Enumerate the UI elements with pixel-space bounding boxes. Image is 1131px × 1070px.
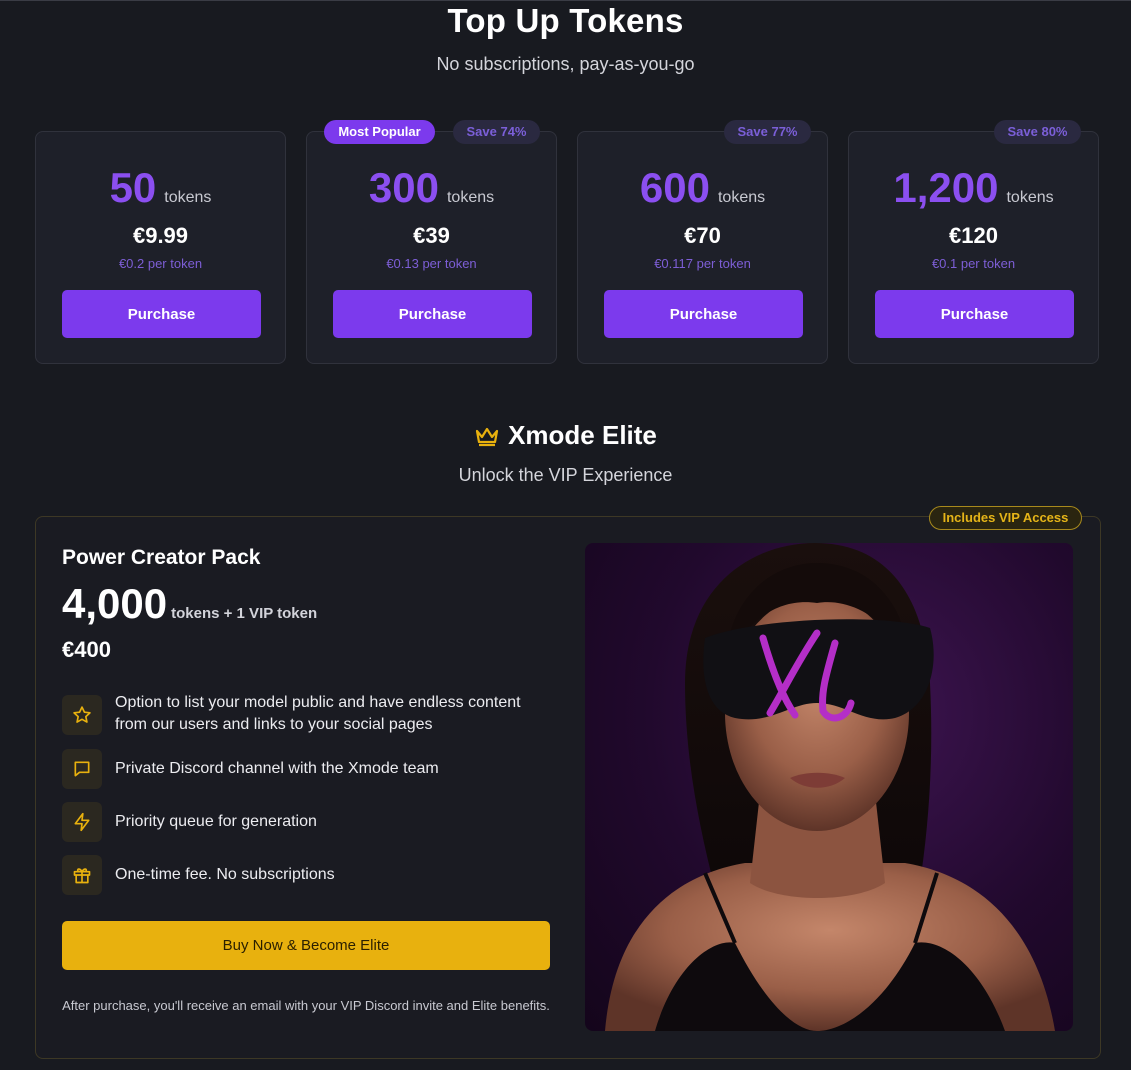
save-badge: Save 80% [994, 120, 1081, 144]
token-amount: 300 [368, 164, 439, 211]
feature-text: Priority queue for generation [115, 813, 317, 830]
pack-extra: tokens + 1 VIP token [171, 605, 318, 622]
token-unit: tokens [164, 189, 212, 206]
package-price: €120 [949, 223, 998, 248]
elite-hero-image [585, 543, 1073, 1031]
per-token-price: €0.117 per token [654, 256, 751, 271]
save-badge: Save 74% [453, 120, 540, 144]
feature-text: One-time fee. No subscriptions [115, 866, 335, 883]
gift-icon [62, 855, 102, 895]
per-token-price: €0.1 per token [931, 256, 1016, 271]
token-package-card-50: 50 tokens €9.99 €0.2 per token Purchase [35, 131, 286, 364]
elite-subtitle: Unlock the VIP Experience [458, 465, 673, 485]
purchase-button[interactable]: Purchase [62, 290, 261, 338]
token-package-card-300: 300 tokens €39 €0.13 per token Purchase [306, 131, 557, 364]
elite-title: Xmode Elite [508, 420, 657, 450]
token-package-card-1200: 1,200 tokens €120 €0.1 per token Purchase [848, 131, 1099, 364]
top-divider [0, 0, 1131, 1]
page-subtitle: No subscriptions, pay-as-you-go [436, 54, 695, 74]
package-price: €70 [684, 223, 721, 248]
pack-amount-row: 4,000 tokens + 1 VIP token [62, 580, 317, 628]
token-amount: 600 [639, 164, 710, 211]
token-amount: 50 [109, 164, 157, 211]
purchase-button[interactable]: Purchase [333, 290, 532, 338]
star-icon [62, 695, 102, 735]
buy-elite-button[interactable]: Buy Now & Become Elite [62, 921, 550, 970]
token-unit: tokens [1006, 189, 1054, 206]
elite-heading: Xmode Elite [0, 420, 1131, 451]
pack-price: €400 [62, 637, 111, 662]
pack-title: Power Creator Pack [62, 546, 261, 569]
page-title: Top Up Tokens [447, 2, 684, 39]
message-square-icon [62, 749, 102, 789]
lightning-icon [62, 802, 102, 842]
vip-access-badge: Includes VIP Access [929, 506, 1082, 530]
most-popular-badge: Most Popular [324, 120, 435, 144]
per-token-price: €0.13 per token [386, 256, 477, 271]
per-token-price: €0.2 per token [118, 256, 203, 271]
feature-text: Private Discord channel with the Xmode t… [115, 760, 439, 777]
token-amount: 1,200 [893, 164, 999, 211]
after-purchase-note: After purchase, you'll receive an email … [62, 998, 550, 1013]
token-package-card-600: 600 tokens €70 €0.117 per token Purchase [577, 131, 828, 364]
purchase-button[interactable]: Purchase [604, 290, 803, 338]
save-badge: Save 77% [724, 120, 811, 144]
token-unit: tokens [446, 189, 495, 206]
token-unit: tokens [717, 189, 766, 206]
crown-icon [474, 420, 508, 450]
feature-text: Option to list your model public and hav… [115, 694, 521, 733]
package-price: €9.99 [132, 223, 189, 248]
purchase-button[interactable]: Purchase [875, 290, 1074, 338]
package-price: €39 [413, 223, 450, 248]
pack-amount: 4,000 [62, 580, 168, 627]
